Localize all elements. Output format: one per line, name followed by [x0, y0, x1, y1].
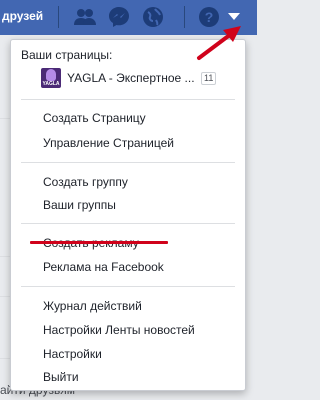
menu-separator — [21, 99, 235, 100]
messenger-icon[interactable] — [106, 4, 132, 30]
nav-divider — [184, 6, 185, 28]
news-feed-preferences-item[interactable]: Настройки Ленты новостей — [43, 323, 195, 337]
activity-log-item[interactable]: Журнал действий — [43, 299, 142, 313]
page-avatar-label: YAGLA — [42, 81, 60, 87]
menu-separator — [21, 162, 235, 163]
page-notification-count: 11 — [201, 72, 217, 85]
highlight-underline — [30, 241, 168, 244]
globe-icon[interactable] — [140, 4, 166, 30]
background-divider — [0, 256, 10, 257]
manage-pages-item[interactable]: Управление Страницей — [43, 136, 174, 150]
page-avatar: YAGLA — [41, 68, 61, 88]
background-divider — [0, 358, 10, 359]
page-name: YAGLA - Экспертное ... — [67, 71, 195, 85]
background-divider — [0, 296, 10, 297]
page-item-yagla[interactable]: YAGLA YAGLA - Экспертное ... 11 — [41, 66, 221, 90]
log-out-item[interactable]: Выйти — [43, 370, 79, 384]
advertising-on-facebook-item[interactable]: Реклама на Facebook — [43, 260, 164, 274]
account-dropdown-menu: Ваши страницы: YAGLA YAGLA - Экспертное … — [10, 39, 246, 391]
create-group-item[interactable]: Создать группу — [43, 175, 128, 189]
page-logo-icon — [46, 69, 56, 81]
friends-icon[interactable] — [72, 4, 98, 30]
nav-divider — [58, 6, 59, 28]
settings-item[interactable]: Настройки — [43, 347, 102, 361]
your-pages-header: Ваши страницы: — [21, 48, 113, 62]
create-page-item[interactable]: Создать Страницу — [43, 111, 146, 125]
annotation-arrow-icon — [197, 26, 241, 60]
friends-link[interactable]: друзей — [2, 9, 43, 23]
menu-separator — [21, 223, 235, 224]
menu-separator — [21, 286, 235, 287]
background-divider — [0, 118, 10, 119]
your-groups-item[interactable]: Ваши группы — [43, 198, 116, 212]
